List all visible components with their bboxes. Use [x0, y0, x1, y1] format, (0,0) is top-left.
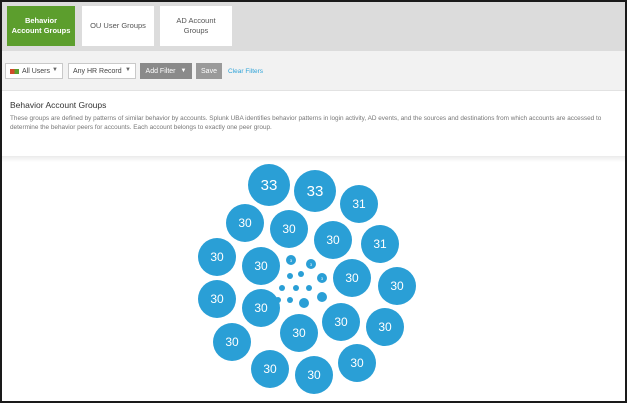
- peer-group-bubble[interactable]: 33: [294, 170, 336, 212]
- filter-bar: All Users ▼ Any HR Record ▼ Add Filter ▼…: [2, 51, 625, 91]
- peer-group-bubble[interactable]: 31: [361, 225, 399, 263]
- app-frame: Behavior Account Groups OU User Groups A…: [0, 0, 627, 403]
- chevron-down-icon: ▼: [180, 68, 187, 74]
- clear-filters-link[interactable]: Clear Filters: [228, 63, 268, 79]
- save-label: Save: [201, 67, 217, 75]
- hr-record-dropdown[interactable]: Any HR Record ▼: [68, 63, 136, 79]
- tab-ou-user-groups[interactable]: OU User Groups: [82, 6, 154, 46]
- peer-group-bubble[interactable]: 3: [286, 255, 296, 265]
- peer-group-bubble[interactable]: 31: [340, 185, 378, 223]
- users-dropdown-label: All Users: [22, 67, 51, 75]
- peer-group-bubble[interactable]: 30: [333, 259, 371, 297]
- hr-record-dropdown-label: Any HR Record: [73, 67, 122, 75]
- add-filter-label: Add Filter: [145, 67, 176, 75]
- peer-group-bubble[interactable]: [287, 273, 293, 279]
- save-button[interactable]: Save: [196, 63, 222, 79]
- peer-group-bubble[interactable]: 30: [322, 303, 360, 341]
- peer-group-bubble[interactable]: 30: [314, 221, 352, 259]
- section-title: Behavior Account Groups: [10, 100, 107, 110]
- peer-group-bubble[interactable]: 3: [306, 259, 316, 269]
- description-panel: Behavior Account Groups These groups are…: [2, 92, 625, 157]
- peer-group-bubble[interactable]: 30: [295, 356, 333, 394]
- peer-group-bubble[interactable]: 30: [242, 247, 280, 285]
- section-description: These groups are defined by patterns of …: [10, 115, 602, 131]
- tab-ad-account-groups[interactable]: AD Account Groups: [160, 6, 232, 46]
- panel-divider: [2, 157, 625, 162]
- flag-icon: [10, 68, 19, 74]
- peer-group-bubble[interactable]: 33: [248, 164, 290, 206]
- tab-behavior-account-groups[interactable]: Behavior Account Groups: [7, 6, 75, 46]
- chevron-down-icon: ▼: [52, 67, 58, 73]
- peer-group-bubble[interactable]: 30: [242, 289, 280, 327]
- peer-group-bubble[interactable]: [275, 297, 281, 303]
- peer-group-bubble[interactable]: 30: [198, 238, 236, 276]
- peer-group-bubble[interactable]: [317, 292, 327, 302]
- peer-group-bubble[interactable]: 3: [317, 273, 327, 283]
- peer-group-bubble[interactable]: [287, 297, 293, 303]
- add-filter-button[interactable]: Add Filter ▼: [140, 63, 192, 79]
- peer-group-bubble[interactable]: 30: [366, 308, 404, 346]
- peer-group-bubble[interactable]: 30: [226, 204, 264, 242]
- users-dropdown[interactable]: All Users ▼: [5, 63, 63, 79]
- clear-filters-label: Clear Filters: [228, 67, 264, 75]
- peer-group-bubble[interactable]: 30: [198, 280, 236, 318]
- peer-group-bubble[interactable]: 30: [270, 210, 308, 248]
- peer-group-bubble[interactable]: 30: [378, 267, 416, 305]
- peer-group-bubble[interactable]: [306, 285, 312, 291]
- peer-group-bubble[interactable]: [298, 271, 304, 277]
- peer-group-bubble[interactable]: [293, 285, 299, 291]
- chevron-down-icon: ▼: [125, 67, 131, 73]
- peer-group-bubble[interactable]: [299, 298, 309, 308]
- peer-group-bubble[interactable]: 30: [338, 344, 376, 382]
- peer-group-bubble[interactable]: [279, 285, 285, 291]
- group-tabs: Behavior Account Groups OU User Groups A…: [2, 2, 625, 51]
- peer-group-bubble[interactable]: 30: [251, 350, 289, 388]
- peer-group-bubble[interactable]: 30: [280, 314, 318, 352]
- peer-group-bubble[interactable]: 30: [213, 323, 251, 361]
